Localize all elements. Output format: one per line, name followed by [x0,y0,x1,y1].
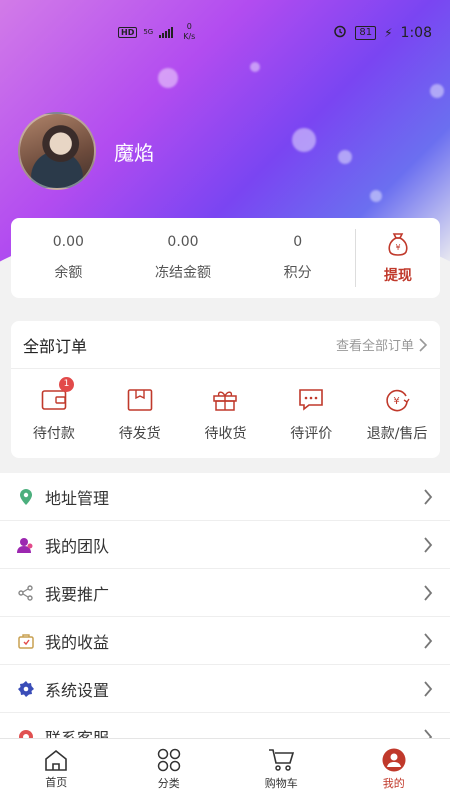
refund-icon: ¥ [386,389,410,411]
tab-cart[interactable]: 购物车 [225,739,338,800]
earnings-icon [17,632,35,650]
tab-home[interactable]: 首页 [0,739,113,800]
order-count-badge: 1 [59,376,74,392]
home-icon [45,749,68,771]
balance-label: 余额 [54,265,83,281]
alarm-icon [333,24,347,42]
clock: 1:08 [400,25,432,41]
menu-item-label: 系统设置 [45,680,110,700]
team-icon [17,536,35,554]
points-item[interactable]: 0 积分 [240,234,355,282]
view-all-orders-link[interactable]: 查看全部订单 [336,335,428,354]
frozen-amount-item[interactable]: 0.00 冻结金额 [126,234,241,282]
order-pending-payment[interactable]: 1 待付款 [11,376,97,443]
view-all-orders-label: 查看全部订单 [335,339,414,354]
order-label: 待收货 [204,425,247,442]
tab-label: 购物车 [264,777,298,790]
gift-icon [213,391,238,411]
frozen-amount-value: 0.00 [167,234,199,250]
orders-header: 全部订单 查看全部订单 [11,321,440,369]
charging-icon: ⚡ [384,26,393,40]
menu-item-label: 我的收益 [45,632,110,652]
points-value: 0 [293,234,303,250]
order-label: 待付款 [32,425,75,442]
balance-value: 0.00 [52,234,84,250]
order-label: 退款/售后 [366,425,428,442]
balance-item[interactable]: 0.00 余额 [11,234,126,282]
cart-icon [269,749,295,771]
chevron-right-icon [424,680,433,697]
tab-category[interactable]: 分类 [113,739,226,800]
bottom-tab-bar: 首页 分类 购物车 我的 [0,738,450,800]
order-label: 待发货 [118,425,161,442]
battery-level: 81 [355,26,377,40]
svg-text:¥: ¥ [395,243,400,252]
network-type: 5G [143,28,154,36]
share-icon [17,584,35,602]
svg-text:¥: ¥ [393,396,399,407]
frozen-amount-label: 冻结金额 [155,265,211,281]
withdraw-button[interactable]: ¥ 提现 [356,231,440,285]
tab-mine[interactable]: 我的 [338,739,450,800]
order-to-receive[interactable]: 待收货 [183,385,269,443]
chevron-right-icon [424,488,433,505]
orders-card: 全部订单 查看全部订单 1 待付款 待发货 待收货 待评价 ¥ 退款/售后 [11,321,440,458]
location-icon [17,488,35,506]
settings-icon [17,680,35,698]
menu-item-promote[interactable]: 我要推广 [0,569,450,617]
balance-card: 0.00 余额 0.00 冻结金额 0 积分 ¥ 提现 [11,218,440,298]
points-label: 积分 [283,265,312,281]
user-icon [382,748,406,772]
avatar[interactable] [18,112,96,190]
chevron-right-icon [424,584,433,601]
comment-icon [299,388,324,411]
order-label: 待评价 [290,425,333,442]
withdraw-label: 提现 [384,268,413,284]
network-speed: 0 K/s [183,22,196,41]
settings-menu: 地址管理 我的团队 我要推广 我的收益 系统设置 联系客服 [0,473,450,761]
hd-indicator: HD [118,26,138,38]
menu-item-label: 我要推广 [45,584,110,604]
orders-title: 全部订单 [23,336,88,356]
user-profile[interactable]: 魔焰 ￼ ￼ [18,112,167,190]
menu-item-settings[interactable]: 系统设置 [0,665,450,713]
username: 魔焰 ￼ ￼ [114,140,167,165]
category-icon [157,748,180,772]
order-to-review[interactable]: 待评价 [268,385,354,443]
chevron-right-icon [424,536,433,553]
wallet-icon [41,389,67,410]
signal-icon [159,26,174,38]
chevron-right-icon [424,632,433,649]
tab-label: 我的 [382,777,405,790]
status-bar: HD 5G 0 K/s 81 ⚡ 1:08 [0,0,450,66]
order-refund[interactable]: ¥ 退款/售后 [354,385,440,443]
tab-label: 分类 [157,777,180,790]
menu-item-team[interactable]: 我的团队 [0,521,450,569]
menu-item-label: 地址管理 [45,488,110,508]
menu-item-earnings[interactable]: 我的收益 [0,617,450,665]
money-bag-icon: ¥ [388,233,408,256]
chevron-right-icon [419,337,428,352]
box-icon [127,388,152,411]
order-to-ship[interactable]: 待发货 [97,385,183,443]
menu-item-address[interactable]: 地址管理 [0,473,450,521]
tab-label: 首页 [45,776,68,789]
menu-item-label: 我的团队 [45,536,110,556]
